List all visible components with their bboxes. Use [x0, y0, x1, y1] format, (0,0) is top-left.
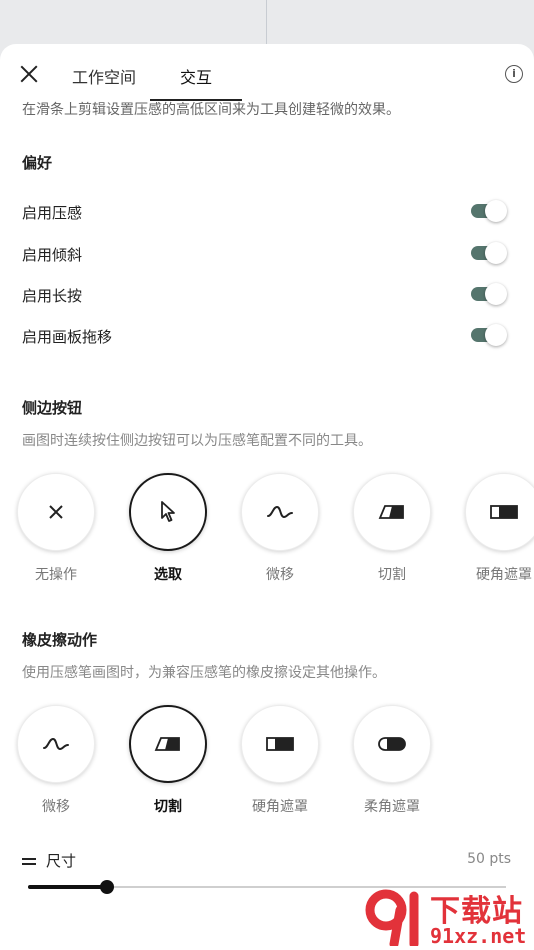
- background-divider: [266, 0, 267, 44]
- settings-sheet: 工作空间 交互 i 在滑条上剪辑设置压感的高低区间来为工具创建轻微的效果。 偏好…: [0, 44, 534, 950]
- eraser-option-soft-mask[interactable]: [353, 705, 431, 783]
- side-option-cut-label: 切割: [378, 567, 406, 583]
- toggle-tilt[interactable]: [469, 240, 509, 266]
- preferences-title: 偏好: [22, 154, 53, 172]
- eraser-option-nudge[interactable]: [17, 705, 95, 783]
- watermark: 下载站 91xz.net: [360, 884, 534, 950]
- side-option-cut[interactable]: [353, 473, 431, 551]
- soft-mask-icon: [378, 737, 406, 751]
- eraser-option-cut[interactable]: [129, 705, 207, 783]
- eraser-option-nudge-label: 微移: [42, 799, 70, 815]
- pref-label-canvas-pan: 启用画板拖移: [22, 328, 113, 346]
- eraser-action-title: 橡皮擦动作: [22, 631, 98, 649]
- size-value: 50 pts: [467, 851, 511, 867]
- eraser-option-hard-mask-label: 硬角遮罩: [252, 799, 308, 815]
- eraser-option-hard-mask[interactable]: [241, 705, 319, 783]
- sheet-header: 工作空间 交互 i: [0, 44, 534, 104]
- eraser-action-description: 使用压感笔画图时，为兼容压感笔的橡皮擦设定其他操作。: [22, 665, 386, 681]
- eraser-option-soft-mask-label: 柔角遮罩: [364, 799, 420, 815]
- tab-workspace[interactable]: 工作空间: [72, 64, 136, 88]
- watermark-logo-icon: [365, 889, 419, 946]
- hard-mask-icon: [266, 737, 294, 751]
- side-option-select[interactable]: [129, 473, 207, 551]
- toggle-long-press[interactable]: [469, 281, 509, 307]
- side-option-nudge[interactable]: [241, 473, 319, 551]
- side-option-none[interactable]: [17, 473, 95, 551]
- side-option-hard-mask-label: 硬角遮罩: [476, 567, 532, 583]
- pref-label-long-press: 启用长按: [22, 287, 83, 305]
- size-slider-thumb[interactable]: [99, 880, 114, 894]
- cut-eraser-icon: [378, 505, 404, 519]
- toggle-canvas-pan[interactable]: [469, 322, 509, 348]
- side-option-select-label: 选取: [154, 567, 182, 583]
- toggle-pressure[interactable]: [469, 198, 509, 224]
- watermark-domain: 91xz.net: [430, 924, 527, 948]
- side-option-hard-mask[interactable]: [465, 473, 534, 551]
- active-tab-indicator: [150, 99, 242, 101]
- close-icon[interactable]: [16, 61, 42, 87]
- pref-label-pressure: 启用压感: [22, 204, 83, 222]
- info-icon[interactable]: i: [505, 65, 523, 83]
- scrolled-description: 在滑条上剪辑设置压感的高低区间来为工具创建轻微的效果。: [22, 102, 400, 118]
- nudge-wave-icon: [43, 737, 69, 751]
- cut-eraser-icon: [154, 737, 180, 751]
- side-option-nudge-label: 微移: [266, 567, 294, 583]
- side-button-description: 画图时连续按住侧边按钮可以为压感笔配置不同的工具。: [22, 433, 372, 449]
- hard-mask-icon: [490, 505, 518, 519]
- nudge-wave-icon: [267, 505, 293, 519]
- equals-icon: [22, 857, 36, 867]
- size-slider-fill: [28, 885, 107, 889]
- close-icon: [49, 505, 63, 519]
- side-option-none-label: 无操作: [35, 567, 77, 583]
- cursor-icon: [161, 501, 175, 522]
- side-button-title: 侧边按钮: [22, 399, 83, 417]
- tab-interaction[interactable]: 交互: [180, 64, 212, 88]
- size-label: 尺寸: [46, 852, 77, 870]
- eraser-option-cut-label: 切割: [154, 799, 182, 815]
- pref-label-tilt: 启用倾斜: [22, 246, 83, 264]
